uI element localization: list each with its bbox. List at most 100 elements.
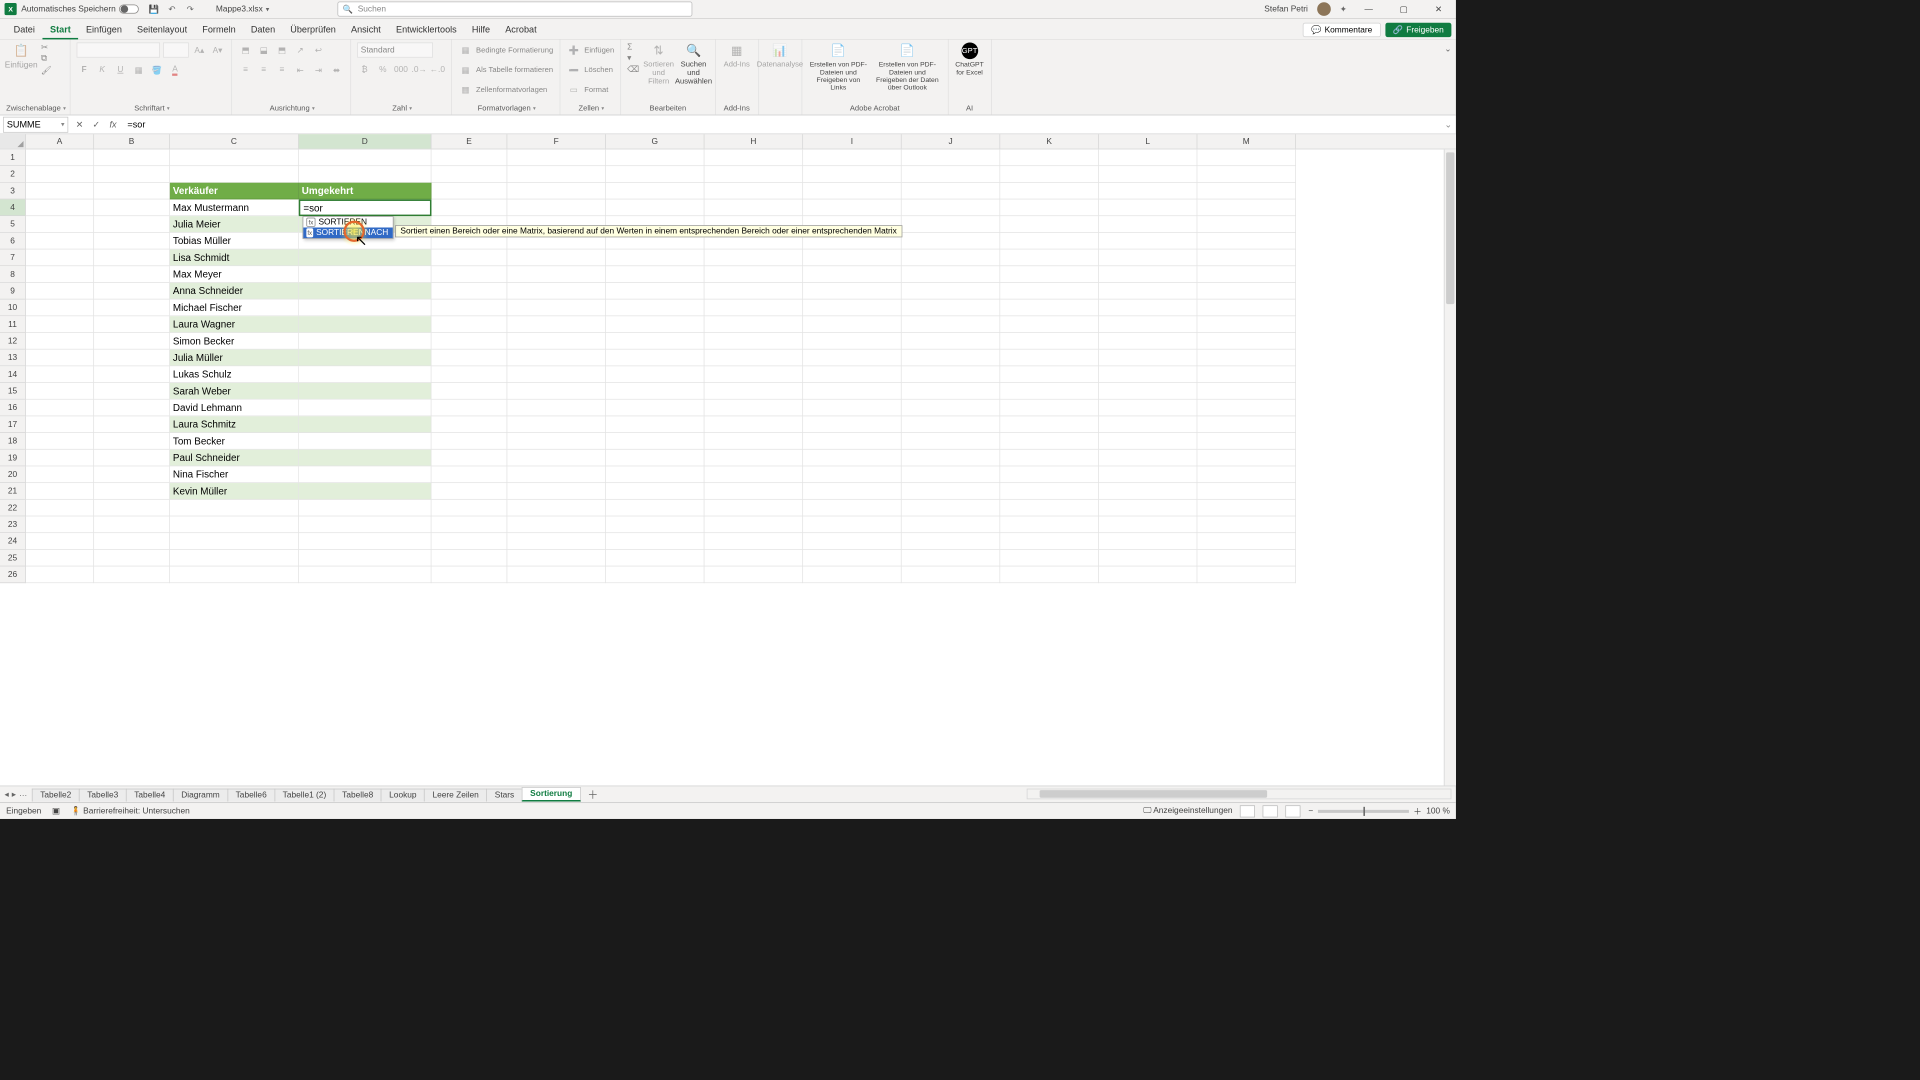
cell-A18[interactable] [26, 433, 94, 450]
cell-J26[interactable] [902, 566, 1001, 583]
zoom-slider[interactable]: − ＋ 100 % [1308, 805, 1450, 817]
sheet-tab-stars[interactable]: Stars [486, 789, 522, 802]
row-header[interactable]: 3 [0, 183, 26, 200]
row-header[interactable]: 15 [0, 383, 26, 400]
autosave-toggle[interactable]: Automatisches Speichern [21, 5, 138, 14]
paste-button[interactable]: 📋 Einfügen [6, 42, 36, 69]
cell-G22[interactable] [606, 500, 705, 517]
cell-E7[interactable] [431, 249, 507, 266]
cell-B17[interactable] [94, 416, 170, 433]
cell-L17[interactable] [1099, 416, 1198, 433]
cell-M7[interactable] [1197, 249, 1296, 266]
cell-J2[interactable] [902, 166, 1001, 183]
cell-K7[interactable] [1000, 249, 1099, 266]
column-header-C[interactable]: C [170, 134, 299, 148]
cell-L8[interactable] [1099, 266, 1198, 283]
cell-H15[interactable] [704, 383, 803, 400]
vertical-scrollbar[interactable] [1444, 149, 1456, 785]
cell-H11[interactable] [704, 316, 803, 333]
cell-K14[interactable] [1000, 366, 1099, 383]
cell-D12[interactable] [299, 333, 432, 350]
cell-I23[interactable] [803, 516, 902, 533]
cell-E18[interactable] [431, 433, 507, 450]
cell-H24[interactable] [704, 533, 803, 550]
cell-G3[interactable] [606, 183, 705, 200]
cell-G20[interactable] [606, 466, 705, 483]
row-header[interactable]: 2 [0, 166, 26, 183]
cell-G18[interactable] [606, 433, 705, 450]
cell-B20[interactable] [94, 466, 170, 483]
indent-increase-icon[interactable]: ⇥ [311, 62, 326, 77]
row-header[interactable]: 20 [0, 466, 26, 483]
cell-I17[interactable] [803, 416, 902, 433]
cell-E14[interactable] [431, 366, 507, 383]
align-center-icon[interactable]: ≡ [256, 62, 271, 77]
cell-H16[interactable] [704, 400, 803, 417]
column-header-M[interactable]: M [1197, 134, 1296, 148]
cell-J9[interactable] [902, 283, 1001, 300]
cell-L21[interactable] [1099, 483, 1198, 500]
cell-B21[interactable] [94, 483, 170, 500]
cell-D9[interactable] [299, 283, 432, 300]
cell-H19[interactable] [704, 450, 803, 467]
cell-F18[interactable] [507, 433, 606, 450]
cell-C1[interactable] [170, 149, 299, 166]
cell-A9[interactable] [26, 283, 94, 300]
format-painter-icon[interactable]: 🖌 [41, 65, 52, 75]
cell-H23[interactable] [704, 516, 803, 533]
cell-M15[interactable] [1197, 383, 1296, 400]
cell-E26[interactable] [431, 566, 507, 583]
cell-E10[interactable] [431, 300, 507, 317]
cell-G14[interactable] [606, 366, 705, 383]
cell-L7[interactable] [1099, 249, 1198, 266]
cell-B13[interactable] [94, 350, 170, 367]
cell-J3[interactable] [902, 183, 1001, 200]
align-middle-icon[interactable]: ⬓ [256, 42, 271, 57]
cell-C7[interactable]: Lisa Schmidt [170, 249, 299, 266]
cell-L22[interactable] [1099, 500, 1198, 517]
cell-M4[interactable] [1197, 199, 1296, 216]
cell-E25[interactable] [431, 550, 507, 567]
cell-K26[interactable] [1000, 566, 1099, 583]
cell-C13[interactable]: Julia Müller [170, 350, 299, 367]
cell-I11[interactable] [803, 316, 902, 333]
column-header-F[interactable]: F [507, 134, 606, 148]
display-settings-button[interactable]: 🖵 Anzeigeeinstellungen [1143, 806, 1232, 816]
cell-E13[interactable] [431, 350, 507, 367]
row-header[interactable]: 19 [0, 450, 26, 467]
cell-C5[interactable]: Julia Meier [170, 216, 299, 233]
cell-G26[interactable] [606, 566, 705, 583]
cell-M11[interactable] [1197, 316, 1296, 333]
cell-M26[interactable] [1197, 566, 1296, 583]
cell-C19[interactable]: Paul Schneider [170, 450, 299, 467]
cell-B26[interactable] [94, 566, 170, 583]
cell-B18[interactable] [94, 433, 170, 450]
cell-M5[interactable] [1197, 216, 1296, 233]
cell-L6[interactable] [1099, 233, 1198, 250]
ribbon-tab-daten[interactable]: Daten [243, 21, 282, 39]
row-header[interactable]: 23 [0, 516, 26, 533]
cell-H1[interactable] [704, 149, 803, 166]
cell-K9[interactable] [1000, 283, 1099, 300]
copy-icon[interactable]: ⧉ [41, 54, 52, 64]
new-sheet-button[interactable]: ＋ [580, 787, 606, 802]
cell-A11[interactable] [26, 316, 94, 333]
cell-A26[interactable] [26, 566, 94, 583]
cell-G4[interactable] [606, 199, 705, 216]
ribbon-tab-ansicht[interactable]: Ansicht [343, 21, 388, 39]
macro-record-icon[interactable]: ▣ [52, 806, 60, 816]
zoom-out-icon[interactable]: − [1308, 806, 1313, 815]
avatar[interactable] [1317, 2, 1331, 16]
cell-C10[interactable]: Michael Fischer [170, 300, 299, 317]
page-break-view-button[interactable] [1286, 805, 1301, 817]
cell-G2[interactable] [606, 166, 705, 183]
autosum-icon[interactable]: Σ [627, 42, 639, 51]
cell-H26[interactable] [704, 566, 803, 583]
cell-I7[interactable] [803, 249, 902, 266]
cell-F17[interactable] [507, 416, 606, 433]
cell-G24[interactable] [606, 533, 705, 550]
cell-I21[interactable] [803, 483, 902, 500]
column-header-E[interactable]: E [431, 134, 507, 148]
cell-C24[interactable] [170, 533, 299, 550]
cell-M20[interactable] [1197, 466, 1296, 483]
